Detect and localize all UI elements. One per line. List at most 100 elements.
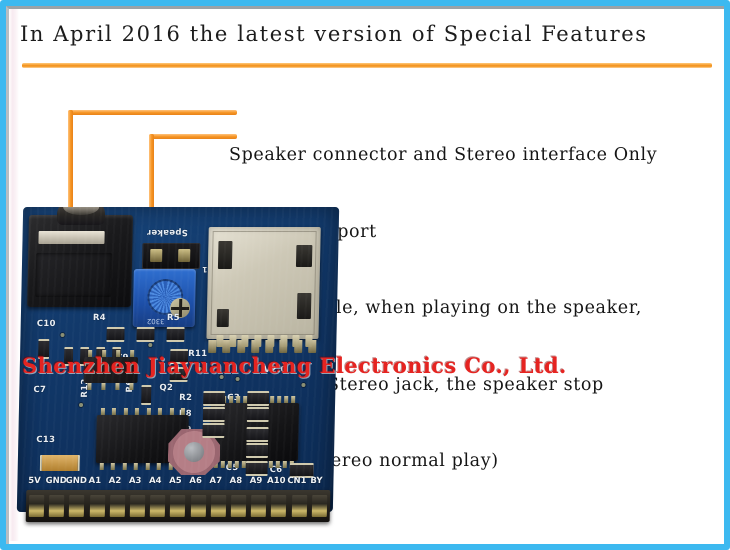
pin-label: A2 [108, 476, 122, 486]
pin-label: A1 [88, 476, 102, 486]
sd-pin [265, 340, 274, 353]
silk-r6: R6 [124, 379, 136, 393]
pin-label: A4 [148, 476, 162, 486]
ic-chip-small [83, 350, 139, 390]
smd-resistor [289, 463, 314, 478]
sd-pin [236, 340, 245, 353]
sd-socket-pin-row [208, 340, 317, 353]
smd-resistor [136, 327, 155, 342]
mounting-hole [168, 429, 221, 475]
via [60, 333, 65, 337]
page-title: In April 2016 the latest version of Spec… [20, 22, 648, 46]
header-pin [149, 495, 166, 517]
leader-line-1-vertical [68, 110, 73, 218]
silk-version: V2.0 [263, 365, 287, 375]
sd-pin [293, 340, 303, 353]
jack-front-face [35, 253, 113, 297]
sd-latch-left [217, 241, 233, 269]
led-dl1 [208, 245, 218, 264]
header-pin [210, 495, 227, 517]
header-pin [230, 495, 247, 517]
smd-capacitor [141, 385, 152, 405]
pcb-photo: Speaker DL1 3302 C10 R4 R5 C7 R12 C13 C9… [16, 207, 340, 527]
pin-label: CN1 [287, 476, 307, 486]
jack-metal-ring [63, 207, 100, 215]
chip-legs-bottom [213, 461, 294, 468]
silk-c6: C6 [269, 465, 283, 475]
speaker-pin-2 [178, 249, 191, 262]
header-pin [190, 495, 206, 517]
silk-c4: C4 [226, 409, 240, 419]
silk-test-point: T [301, 465, 314, 477]
pin-label: A6 [189, 476, 203, 486]
smd-resistor [247, 391, 270, 406]
pin-label-row: 5V GND GND A1 A2 A3 A4 A5 A6 A7 A8 A9 A1… [23, 476, 327, 486]
silk-r11: R11 [188, 349, 208, 359]
sd-pin [279, 340, 288, 353]
header-pin [129, 495, 146, 517]
silk-speaker-label: Speaker [146, 227, 188, 237]
via [197, 367, 202, 371]
silk-c7: C7 [33, 385, 47, 395]
smd-resistor [245, 443, 269, 458]
pin-label: A8 [229, 476, 243, 486]
sd-latch-right [295, 245, 313, 267]
chip-legs-top [215, 396, 296, 403]
pin-label: GND [45, 476, 67, 486]
header-pin [170, 495, 186, 517]
silk-r4: R4 [92, 313, 107, 323]
header-divider-rule [22, 63, 712, 68]
pin-label: A10 [266, 476, 286, 486]
jack-barrel [56, 207, 106, 225]
silk-q2: Q2 [159, 383, 174, 393]
silk-r1: R1 [209, 453, 224, 463]
smd-resistor [169, 367, 188, 382]
speaker-connector-header [141, 243, 201, 269]
silk-c5: C5 [225, 463, 239, 473]
silk-r8: R8 [178, 409, 193, 419]
speaker-pin-1 [150, 249, 163, 262]
chip-legs-top [88, 350, 135, 357]
silk-c1: C1 [226, 429, 240, 439]
header-pin [89, 495, 105, 517]
silk-dl1: DL1 [201, 265, 220, 274]
sd-pin [222, 340, 231, 353]
smd-resistor [203, 391, 226, 406]
smd-resistor [169, 349, 189, 364]
header-pin [48, 495, 65, 517]
sd-spring-right [296, 293, 312, 319]
via [301, 383, 306, 387]
pin-label: A9 [249, 476, 263, 486]
header-pin [291, 495, 307, 517]
pin-label: BY [310, 476, 323, 486]
pin-label: A7 [209, 476, 223, 486]
silk-c13: C13 [36, 435, 56, 445]
trimmer-dial [146, 279, 191, 318]
smd-resistor [106, 327, 125, 342]
smd-resistor [246, 427, 269, 442]
smd-resistor [245, 461, 268, 476]
via [235, 377, 240, 381]
chip-legs-bottom [87, 383, 134, 390]
header-pin [251, 495, 267, 517]
sd-spring-left [216, 309, 230, 327]
header-pin [69, 495, 85, 517]
silk-r12: R12 [79, 378, 91, 398]
tantalum-capacitor [39, 455, 80, 471]
silk-c10: C10 [36, 319, 56, 329]
silk-c3: C3 [227, 393, 241, 403]
silk-r2: R2 [179, 393, 193, 403]
slide-page: In April 2016 the latest version of Spec… [0, 0, 730, 550]
pad-row [216, 335, 313, 347]
sd-pin [250, 340, 260, 353]
silk-c2: C2 [225, 445, 239, 455]
annotation-line-1: Speaker connector and Stereo interface O… [229, 145, 658, 165]
header-pin [311, 495, 328, 517]
smd-capacitor [79, 347, 90, 366]
ic-chip-secondary [209, 396, 300, 468]
via [148, 343, 153, 347]
stereo-audio-jack-component [27, 207, 134, 307]
silk-trimmer-value: 3302 [146, 317, 165, 325]
sd-pin [308, 340, 317, 353]
pin-label: 5V [27, 476, 41, 486]
